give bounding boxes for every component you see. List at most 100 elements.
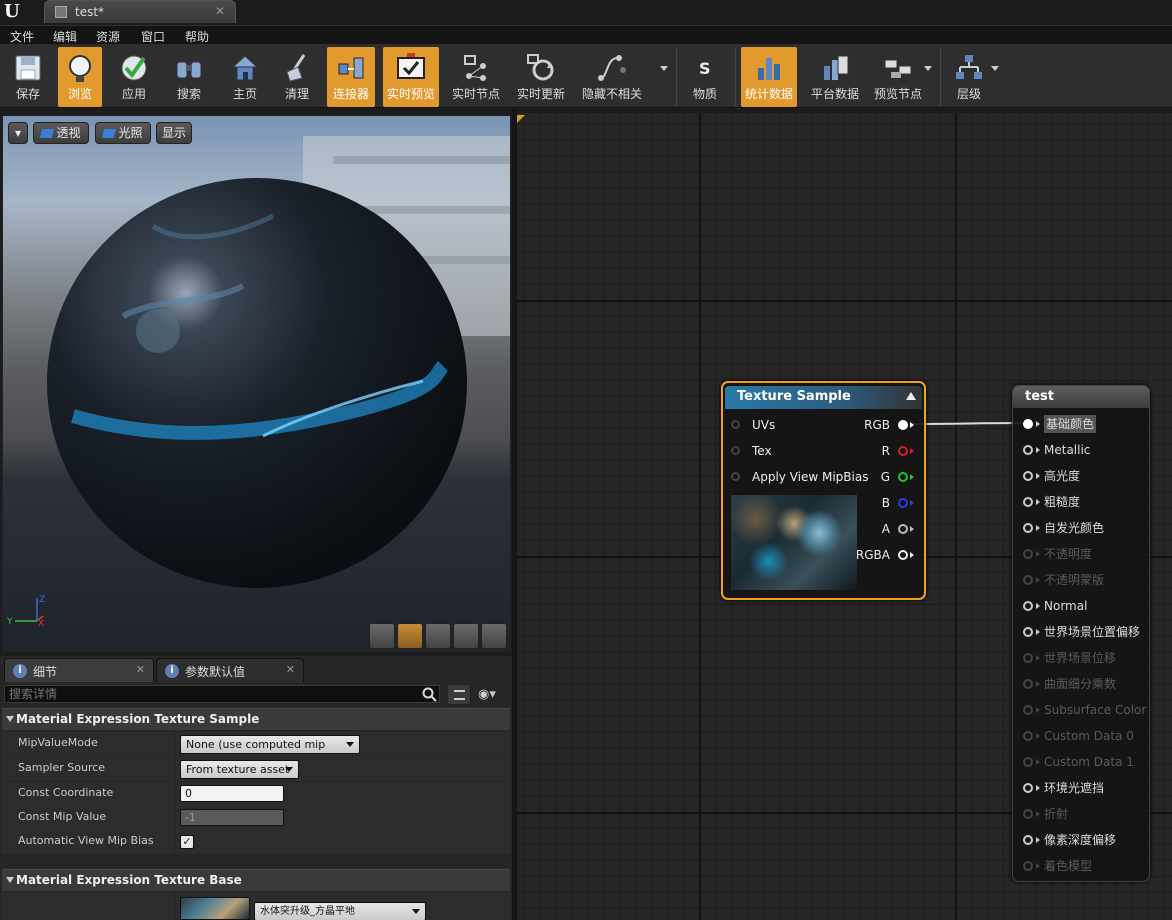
- browse-button[interactable]: 浏览: [58, 47, 102, 107]
- pin-icon[interactable]: [898, 550, 908, 560]
- pin-icon[interactable]: [1023, 653, 1033, 663]
- search-icon[interactable]: [422, 687, 438, 703]
- unreal-logo-icon[interactable]: U: [4, 2, 24, 22]
- texture-sample-node[interactable]: Texture Sample UVs Tex Apply View MipBia…: [721, 381, 926, 600]
- material-result-node[interactable]: test 基础颜色 Metallic 高光度 粗糙度 自发光颜色 不透明度 不透明蒙版 Nor…: [1012, 385, 1150, 882]
- pin-icon[interactable]: [1023, 445, 1033, 455]
- menu-help[interactable]: 帮助: [185, 28, 209, 45]
- pin-icon[interactable]: [898, 524, 908, 534]
- collapse-arrow-icon[interactable]: [906, 392, 916, 400]
- node-header[interactable]: Texture Sample: [725, 386, 922, 409]
- hierarchy-button[interactable]: 层级: [946, 47, 992, 107]
- live-update-button[interactable]: 实时更新: [512, 47, 570, 107]
- more-options-caret-icon[interactable]: [660, 66, 668, 71]
- pin-icon[interactable]: [1023, 757, 1033, 767]
- input-pin-tex[interactable]: Tex: [731, 442, 772, 460]
- connectors-button[interactable]: 连接器: [327, 47, 375, 107]
- pin-label: A: [881, 522, 890, 536]
- menu-window[interactable]: 窗口: [141, 28, 165, 45]
- automatic-view-mip-bias-checkbox[interactable]: ✓: [180, 835, 194, 849]
- live-preview-button[interactable]: 实时预览: [383, 47, 439, 107]
- input-pin-apply-view-mipbias[interactable]: Apply View MipBias: [731, 468, 868, 486]
- viewport-options-dropdown[interactable]: ▾: [8, 122, 28, 144]
- cylinder-preview-icon[interactable]: [369, 623, 395, 649]
- category-texture-sample[interactable]: Material Expression Texture Sample: [2, 708, 510, 730]
- tab-details[interactable]: i 细节 ✕: [4, 658, 154, 682]
- platform-stats-button[interactable]: 平台数据: [806, 47, 864, 107]
- teapot-preview-icon[interactable]: [481, 623, 507, 649]
- texture-thumbnail[interactable]: [180, 897, 250, 920]
- view-options-eye-icon[interactable]: ◉▾: [478, 687, 508, 703]
- pin-icon[interactable]: [1023, 861, 1033, 871]
- pin-icon[interactable]: [1023, 523, 1033, 533]
- search-button[interactable]: 搜索: [166, 47, 212, 107]
- pin-icon[interactable]: [1023, 705, 1033, 715]
- menu-asset[interactable]: 资源: [96, 28, 120, 45]
- pin-icon[interactable]: [1023, 601, 1033, 611]
- pin-icon[interactable]: [731, 420, 740, 429]
- pin-icon[interactable]: [898, 446, 908, 456]
- close-params-tab-icon[interactable]: ✕: [286, 663, 295, 676]
- sampler-source-dropdown[interactable]: From texture asset: [180, 760, 299, 779]
- cube-preview-icon[interactable]: [453, 623, 479, 649]
- close-tab-icon[interactable]: ✕: [215, 4, 225, 18]
- pin-icon[interactable]: [1023, 731, 1033, 741]
- input-pin-uvs[interactable]: UVs: [731, 416, 775, 434]
- document-tab[interactable]: test* ✕: [44, 0, 236, 23]
- plane-preview-icon[interactable]: [425, 623, 451, 649]
- category-texture-base[interactable]: Material Expression Texture Base: [2, 869, 510, 891]
- texture-asset-dropdown[interactable]: 水体突升级_方晶平地: [254, 902, 426, 920]
- pin-icon[interactable]: [731, 472, 740, 481]
- clean-button[interactable]: 清理: [274, 47, 320, 107]
- browse-label: 浏览: [67, 87, 92, 101]
- details-search-input[interactable]: [4, 685, 440, 703]
- menu-file[interactable]: 文件: [10, 28, 34, 45]
- pin-icon[interactable]: [1023, 627, 1033, 637]
- material-button[interactable]: S 物质: [684, 47, 726, 107]
- pin-icon[interactable]: [1023, 575, 1033, 585]
- pin-icon[interactable]: [1023, 835, 1033, 845]
- pin-icon[interactable]: [731, 446, 740, 455]
- pin-icon[interactable]: [898, 498, 908, 508]
- hide-unrelated-button[interactable]: 隐藏不相关: [578, 47, 646, 107]
- sphere-preview-icon[interactable]: [397, 623, 423, 649]
- hierarchy-icon: [956, 55, 982, 79]
- tab-parameter-defaults[interactable]: i 参数默认值 ✕: [156, 658, 304, 682]
- preview-nodes-label: 预览节点: [873, 87, 922, 101]
- preview-viewport[interactable]: Z Y X ▾ 透视 光照 显示: [2, 115, 511, 652]
- pin-icon[interactable]: [898, 472, 908, 482]
- mip-value-mode-dropdown[interactable]: None (use computed mip level): [180, 735, 360, 768]
- menu-edit[interactable]: 编辑: [53, 28, 77, 45]
- perspective-button[interactable]: 透视: [33, 122, 89, 144]
- apply-button[interactable]: 应用: [112, 47, 156, 107]
- home-button[interactable]: 主页: [222, 47, 268, 107]
- property-matrix-button[interactable]: [447, 684, 471, 705]
- pin-icon[interactable]: [1023, 471, 1033, 481]
- output-pin-rgb[interactable]: RGB: [854, 416, 914, 434]
- pin-icon[interactable]: [1023, 809, 1033, 819]
- pin-icon[interactable]: [1023, 419, 1033, 429]
- pin-icon[interactable]: [1023, 549, 1033, 559]
- show-button[interactable]: 显示: [156, 122, 192, 144]
- live-nodes-button[interactable]: 实时节点: [448, 47, 504, 107]
- pin-icon[interactable]: [1023, 497, 1033, 507]
- save-button[interactable]: 保存: [4, 47, 52, 107]
- output-pin-g[interactable]: G: [854, 468, 914, 486]
- info-icon: i: [165, 664, 179, 678]
- preview-nodes-caret-icon[interactable]: [924, 66, 932, 71]
- hierarchy-caret-icon[interactable]: [991, 66, 999, 71]
- property-name: Const Mip Value: [18, 810, 107, 823]
- close-details-tab-icon[interactable]: ✕: [136, 663, 145, 676]
- output-pin-a[interactable]: A: [854, 520, 914, 538]
- pin-icon[interactable]: [1023, 679, 1033, 689]
- output-pin-b[interactable]: B: [854, 494, 914, 512]
- const-coordinate-input[interactable]: 0: [180, 785, 284, 802]
- node-header[interactable]: test: [1013, 386, 1149, 408]
- preview-nodes-button[interactable]: 预览节点: [870, 47, 926, 107]
- pin-icon[interactable]: [898, 420, 908, 430]
- pin-icon[interactable]: [1023, 783, 1033, 793]
- lighting-button[interactable]: 光照: [95, 122, 151, 144]
- output-pin-r[interactable]: R: [854, 442, 914, 460]
- stats-button[interactable]: 统计数据: [741, 47, 797, 107]
- const-mip-value-input[interactable]: -1: [180, 809, 284, 826]
